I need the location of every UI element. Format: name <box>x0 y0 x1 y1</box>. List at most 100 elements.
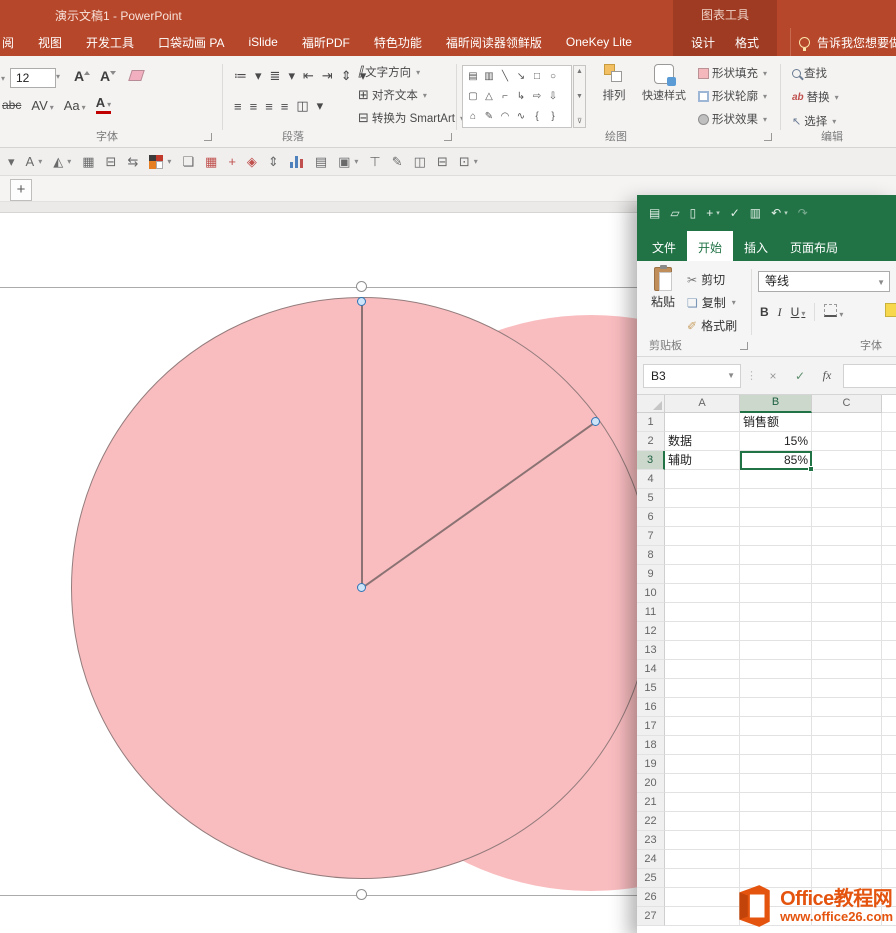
font-dialog-launcher[interactable] <box>204 133 212 141</box>
excel-tab-page-layout[interactable]: 页面布局 <box>779 231 849 261</box>
table-grid-icon[interactable]: ▦ <box>82 155 94 168</box>
cell-C16[interactable] <box>812 698 882 717</box>
cell-A7[interactable] <box>665 527 740 546</box>
cell-A8[interactable] <box>665 546 740 565</box>
touch-mode-icon[interactable]: + <box>706 207 713 219</box>
cell-A14[interactable] <box>665 660 740 679</box>
format-painter-button[interactable]: ✐ 格式刷 <box>687 317 737 334</box>
cell-A18[interactable] <box>665 736 740 755</box>
row-header-25[interactable]: 25 <box>637 869 665 888</box>
text-box-icon[interactable]: ▤ <box>465 67 481 87</box>
cell-A10[interactable] <box>665 584 740 603</box>
adjust-handle-center[interactable] <box>357 583 366 592</box>
oval-icon[interactable]: ○ <box>545 67 561 87</box>
cell-C14[interactable] <box>812 660 882 679</box>
cell-A19[interactable] <box>665 755 740 774</box>
adjust-handle-top[interactable] <box>357 297 366 306</box>
row-header-2[interactable]: 2 <box>637 432 665 451</box>
cell-B15[interactable] <box>740 679 812 698</box>
tab-special-features[interactable]: 特色功能 <box>374 34 422 51</box>
italic-button[interactable]: I <box>778 305 782 320</box>
new-slide-tab[interactable]: + <box>10 179 32 201</box>
print-align-icon[interactable]: ⊟ <box>437 155 448 168</box>
cell-C22[interactable] <box>812 812 882 831</box>
row-header-12[interactable]: 12 <box>637 622 665 641</box>
cell-A2[interactable]: 数据 <box>665 432 740 451</box>
cell-B24[interactable] <box>740 850 812 869</box>
cell-A26[interactable] <box>665 888 740 907</box>
row-header-15[interactable]: 15 <box>637 679 665 698</box>
tab-view[interactable]: 视图 <box>38 34 62 51</box>
paragraph-dialog-launcher[interactable] <box>444 133 452 141</box>
gallery-down-icon[interactable]: ▼ <box>574 93 585 100</box>
cell-A11[interactable] <box>665 603 740 622</box>
arrow-icon[interactable]: ↘ <box>513 67 529 87</box>
line-spacing-icon[interactable]: ⇕ <box>341 68 352 84</box>
flip-shape-icon[interactable]: ◭ <box>53 155 63 168</box>
cell-A24[interactable] <box>665 850 740 869</box>
cell-C12[interactable] <box>812 622 882 641</box>
formula-input[interactable] <box>843 363 896 388</box>
cell-C7[interactable] <box>812 527 882 546</box>
cell-B8[interactable] <box>740 546 812 565</box>
text-direction-button[interactable]: ⫿ 文字方向 <box>358 64 464 80</box>
row-header-16[interactable]: 16 <box>637 698 665 717</box>
drawing-dialog-launcher[interactable] <box>764 133 772 141</box>
align-middle-icon[interactable]: ⊟ <box>106 155 117 168</box>
row-header-22[interactable]: 22 <box>637 812 665 831</box>
select-all-corner[interactable] <box>637 395 665 413</box>
cell-C4[interactable] <box>812 470 882 489</box>
cell-B2[interactable]: 15% <box>740 432 812 451</box>
font-color-button[interactable]: A <box>95 96 112 114</box>
numbering-icon[interactable]: ≣ <box>270 68 281 84</box>
cell-B20[interactable] <box>740 774 812 793</box>
excel-tab-file[interactable]: 文件 <box>641 231 687 261</box>
cell-A23[interactable] <box>665 831 740 850</box>
cut-button[interactable]: ✂ 剪切 <box>687 271 725 288</box>
cell-C19[interactable] <box>812 755 882 774</box>
cell-B12[interactable] <box>740 622 812 641</box>
gallery-more-icon[interactable]: ⊽ <box>574 117 585 125</box>
more-dropdown-icon[interactable]: ▾ <box>8 155 15 168</box>
elbow-connector-icon[interactable]: ⌐ <box>497 87 513 107</box>
cell-C17[interactable] <box>812 717 882 736</box>
column-header-B[interactable]: B <box>740 395 812 413</box>
tab-chart-format[interactable]: 格式 <box>735 34 759 51</box>
copy-button[interactable]: ❏ 复制 <box>687 294 736 311</box>
row-header-27[interactable]: 27 <box>637 907 665 926</box>
cell-C20[interactable] <box>812 774 882 793</box>
cell-B9[interactable] <box>740 565 812 584</box>
row-header-10[interactable]: 10 <box>637 584 665 603</box>
shape-gallery-scrollbar[interactable]: ▲ ▼ ⊽ <box>573 65 586 128</box>
cell-B16[interactable] <box>740 698 812 717</box>
cell-B14[interactable] <box>740 660 812 679</box>
find-button[interactable]: 查找 <box>792 65 839 81</box>
new-file-icon[interactable]: ▯ <box>690 207 697 219</box>
undo-icon[interactable]: ↶ <box>771 207 781 219</box>
cell-A25[interactable] <box>665 869 740 888</box>
shape-effects-button[interactable]: 形状效果 <box>698 111 767 127</box>
pentagon-icon[interactable]: ⌂ <box>465 107 481 127</box>
align-top-icon[interactable]: ⊤ <box>369 155 380 168</box>
cell-C8[interactable] <box>812 546 882 565</box>
align-left-icon[interactable]: ≡ <box>234 99 242 114</box>
justify-icon[interactable]: ≡ <box>281 99 289 114</box>
row-header-3[interactable]: 3 <box>637 451 665 470</box>
cell-B17[interactable] <box>740 717 812 736</box>
redo-icon[interactable]: ↷ <box>798 207 808 219</box>
cell-A17[interactable] <box>665 717 740 736</box>
cell-B19[interactable] <box>740 755 812 774</box>
row-header-9[interactable]: 9 <box>637 565 665 584</box>
decrease-indent-icon[interactable]: ⇤ <box>303 68 314 84</box>
row-header-20[interactable]: 20 <box>637 774 665 793</box>
layer-panes-icon[interactable]: ❏ <box>182 155 194 168</box>
tell-me-box[interactable]: 告诉我您想要做 <box>790 28 896 56</box>
cancel-entry-button[interactable]: × <box>762 369 784 383</box>
cell-A20[interactable] <box>665 774 740 793</box>
row-header-23[interactable]: 23 <box>637 831 665 850</box>
cell-C1[interactable] <box>812 413 882 432</box>
fill-handle[interactable] <box>808 466 814 472</box>
cell-A13[interactable] <box>665 641 740 660</box>
excel-font-name-combo[interactable]: 等线 ▼ <box>758 271 890 292</box>
resize-handle-bottom[interactable] <box>356 889 367 900</box>
